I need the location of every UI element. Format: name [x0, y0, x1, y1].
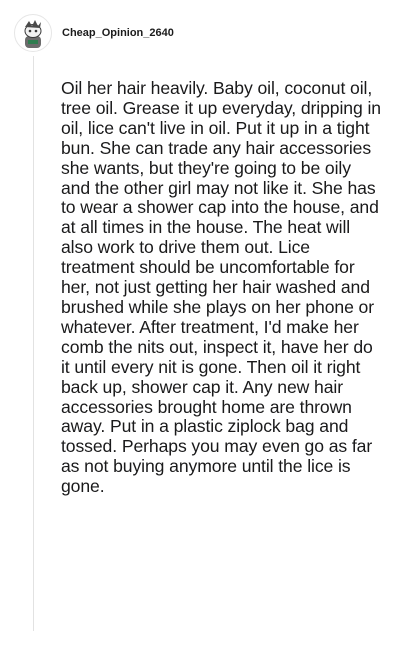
thread-line[interactable] — [33, 56, 34, 631]
snoo-avatar-icon — [24, 20, 42, 48]
comment-body: Oil her hair heavily. Baby oil, coconut … — [61, 78, 381, 497]
username[interactable]: Cheap_Opinion_2640 — [62, 27, 174, 39]
comment-header: Cheap_Opinion_2640 — [14, 14, 174, 52]
comment-card: Cheap_Opinion_2640 Oil her hair heavily.… — [0, 0, 400, 647]
avatar[interactable] — [14, 14, 52, 52]
